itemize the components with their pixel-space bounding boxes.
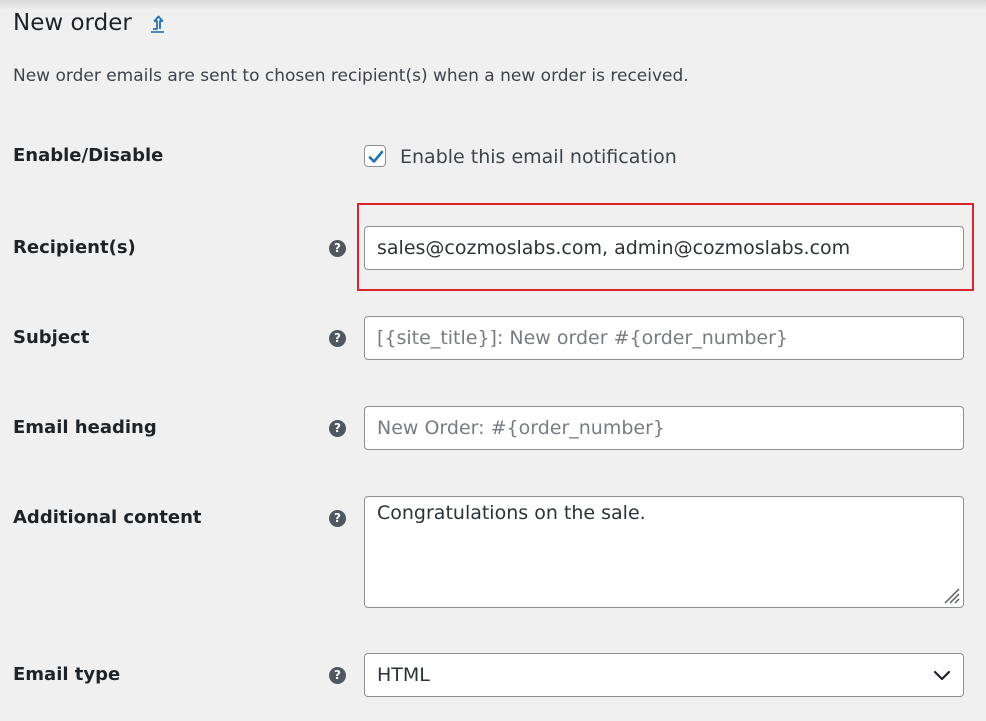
checkmark-icon <box>368 150 384 163</box>
subject-placeholder: [{site_title}]: New order #{order_number… <box>377 327 789 349</box>
recipients-label: Recipient(s) <box>13 237 136 258</box>
additional-content-textarea[interactable]: Congratulations on the sale. <box>364 496 964 608</box>
upload-arrow-icon[interactable] <box>148 12 168 34</box>
email-heading-input[interactable]: New Order: #{order_number} <box>364 406 964 450</box>
page-title: New order <box>13 10 132 36</box>
email-type-label: Email type <box>13 664 121 685</box>
enable-notification-checkbox[interactable] <box>364 145 386 167</box>
enable-notification-label[interactable]: Enable this email notification <box>400 146 677 168</box>
email-type-select[interactable]: HTML <box>364 653 964 697</box>
help-icon[interactable]: ? <box>329 667 346 684</box>
email-heading-label: Email heading <box>13 417 157 438</box>
email-heading-placeholder: New Order: #{order_number} <box>377 417 665 439</box>
subject-input[interactable]: [{site_title}]: New order #{order_number… <box>364 316 964 360</box>
subject-label: Subject <box>13 327 90 348</box>
page-header: New order <box>13 6 168 40</box>
enable-disable-label: Enable/Disable <box>13 145 164 166</box>
chevron-down-icon <box>933 670 951 681</box>
intro-text: New order emails are sent to chosen reci… <box>13 66 689 86</box>
email-type-value: HTML <box>377 664 430 686</box>
additional-content-value: Congratulations on the sale. <box>377 502 646 524</box>
additional-content-label: Additional content <box>13 507 202 528</box>
help-icon[interactable]: ? <box>329 240 346 257</box>
resize-handle-icon[interactable] <box>939 583 961 605</box>
help-icon[interactable]: ? <box>329 420 346 437</box>
recipients-input[interactable]: sales@cozmoslabs.com, admin@cozmoslabs.c… <box>364 226 964 270</box>
help-icon[interactable]: ? <box>329 510 346 527</box>
help-icon[interactable]: ? <box>329 330 346 347</box>
